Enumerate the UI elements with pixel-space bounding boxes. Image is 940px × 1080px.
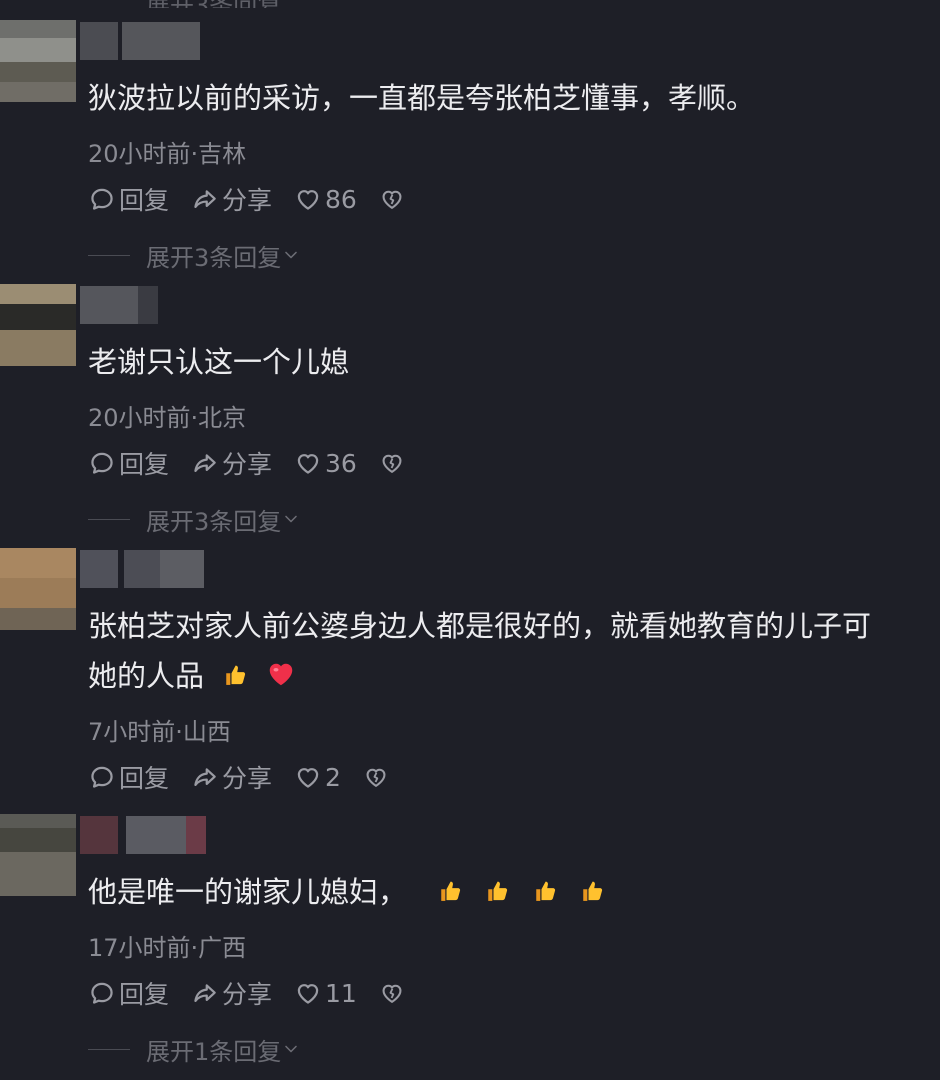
reply-button[interactable]: 回复: [88, 445, 169, 481]
username[interactable]: [80, 286, 158, 324]
username[interactable]: [80, 816, 206, 854]
expand-divider: [88, 518, 130, 520]
share-icon: [191, 185, 219, 213]
comment-meta: 20小时前·吉林: [88, 140, 247, 168]
broken-heart-icon: [379, 186, 405, 212]
comment-text-line-2-content: 她的人品: [88, 659, 205, 693]
like-button[interactable]: 36: [294, 449, 357, 478]
red-heart-icon: [266, 659, 296, 689]
comment-meta: 17小时前·广西: [88, 934, 247, 962]
like-count: 36: [325, 448, 357, 478]
dislike-button[interactable]: [379, 980, 405, 1006]
comment-meta: 20小时前·北京: [88, 404, 247, 432]
dislike-button[interactable]: [379, 450, 405, 476]
reply-icon: [88, 979, 116, 1007]
like-button[interactable]: 86: [294, 185, 357, 214]
broken-heart-icon: [379, 980, 405, 1006]
thumbs-up-icon: [483, 877, 511, 905]
heart-icon: [294, 185, 322, 213]
reply-button[interactable]: 回复: [88, 181, 169, 217]
chevron-down-icon: [281, 1039, 301, 1059]
like-count: 2: [325, 762, 341, 792]
comment-text: 老谢只认这一个儿媳: [88, 345, 350, 379]
reply-icon: [88, 449, 116, 477]
expand-divider: [88, 254, 130, 256]
comment-text-line-1: 张柏芝对家人前公婆身边人都是很好的，就看她教育的儿子可: [88, 609, 872, 643]
comment-text-line-2: 她的人品: [88, 654, 940, 698]
comment-text-content: 他是唯一的谢家儿媳妇，: [88, 875, 408, 909]
expand-replies-label: 展开3条回复: [146, 243, 282, 272]
username[interactable]: [80, 22, 200, 60]
share-button[interactable]: 分享: [191, 759, 272, 795]
reply-label: 回复: [119, 186, 170, 215]
expand-replies-label: 展开3条回复: [146, 507, 282, 536]
reply-button[interactable]: 回复: [88, 759, 169, 795]
comment-actions: 回复 分享 11: [88, 975, 427, 1011]
partial-expand-replies: 展开3条回复: [0, 0, 940, 8]
username[interactable]: [80, 550, 204, 588]
share-icon: [191, 979, 219, 1007]
thumbs-up-icon: [578, 877, 606, 905]
heart-icon: [294, 763, 322, 791]
share-button[interactable]: 分享: [191, 445, 272, 481]
partial-expand-label: 展开3条回复: [146, 0, 281, 8]
avatar[interactable]: [0, 814, 76, 896]
avatar[interactable]: [0, 548, 76, 630]
thumbs-up-icon: [531, 877, 559, 905]
chevron-down-icon: [281, 245, 301, 265]
share-label: 分享: [222, 186, 273, 215]
comment-meta: 7小时前·山西: [88, 718, 231, 746]
comment-text: 他是唯一的谢家儿媳妇，: [88, 870, 940, 914]
broken-heart-icon: [363, 764, 389, 790]
share-icon: [191, 763, 219, 791]
thumbs-up-icon: [221, 661, 249, 689]
like-button[interactable]: 11: [294, 979, 357, 1008]
expand-replies-button[interactable]: 展开3条回复: [88, 504, 301, 536]
heart-icon: [294, 449, 322, 477]
chevron-down-icon: [281, 509, 301, 529]
dislike-button[interactable]: [363, 764, 389, 790]
reply-label: 回复: [119, 980, 170, 1009]
heart-icon: [294, 979, 322, 1007]
expand-divider: [88, 1048, 130, 1050]
like-button[interactable]: 2: [294, 763, 341, 792]
expand-replies-button[interactable]: 展开1条回复: [88, 1034, 301, 1066]
reply-icon: [88, 185, 116, 213]
broken-heart-icon: [379, 450, 405, 476]
comment-actions: 回复 分享 2: [88, 759, 411, 795]
share-label: 分享: [222, 980, 273, 1009]
share-button[interactable]: 分享: [191, 975, 272, 1011]
like-count: 11: [325, 978, 357, 1008]
avatar[interactable]: [0, 284, 76, 366]
dislike-button[interactable]: [379, 186, 405, 212]
comment-actions: 回复 分享 86: [88, 181, 427, 217]
expand-replies-label: 展开1条回复: [146, 1037, 282, 1066]
share-button[interactable]: 分享: [191, 181, 272, 217]
like-count: 86: [325, 184, 357, 214]
comment-actions: 回复 分享 36: [88, 445, 427, 481]
comment-text: 狄波拉以前的采访，一直都是夸张柏芝懂事，孝顺。: [88, 81, 756, 115]
reply-label: 回复: [119, 450, 170, 479]
reply-label: 回复: [119, 764, 170, 793]
share-label: 分享: [222, 764, 273, 793]
share-icon: [191, 449, 219, 477]
reply-icon: [88, 763, 116, 791]
reply-button[interactable]: 回复: [88, 975, 169, 1011]
share-label: 分享: [222, 450, 273, 479]
expand-replies-button[interactable]: 展开3条回复: [88, 240, 301, 272]
avatar[interactable]: [0, 20, 76, 102]
thumbs-up-icon: [436, 877, 464, 905]
